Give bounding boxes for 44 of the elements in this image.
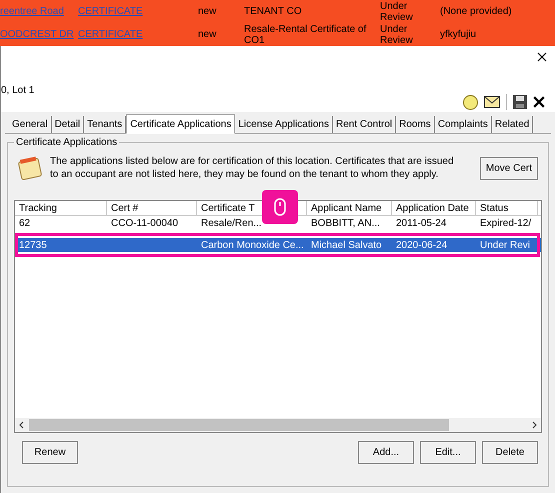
notepad-icon xyxy=(18,156,44,180)
info-text: The applications listed below are for certification of this location. Certificates that are issued to an occupant are not listed here, they may be found on the tenant to whom they apply. xyxy=(50,155,455,181)
horizontal-scrollbar[interactable] xyxy=(15,418,541,432)
table-row[interactable]: 62 CCO-11-00040 Resale/Ren... BOBBITT, AN... 2011-05-24 Expired-12/ xyxy=(15,216,541,230)
group-title: Certificate Applications xyxy=(14,135,120,150)
table-cell-text: 12735 xyxy=(18,239,48,252)
tab[interactable]: Certificate Applications xyxy=(126,114,236,134)
contact-text: yfkyfujiu xyxy=(440,28,476,40)
action-button[interactable]: Edit... xyxy=(420,441,476,464)
status-text: Under Review xyxy=(380,0,414,22)
mail-icon[interactable] xyxy=(484,96,500,108)
table-cell-text: Under Revi xyxy=(479,239,532,252)
save-icon[interactable] xyxy=(513,95,527,109)
close-icon[interactable] xyxy=(533,96,545,108)
table-cell-text: 62 xyxy=(18,217,32,230)
column-header[interactable]: Tracking xyxy=(15,201,107,215)
table-cell-text: Expired-12/ xyxy=(479,217,532,230)
column-header[interactable]: Applicant Name xyxy=(307,201,392,215)
owner-text: Resale-Rental Certificate of CO1 xyxy=(244,24,368,46)
table-cell-text: 2020-06-24 xyxy=(395,239,448,252)
action-button[interactable]: Delete xyxy=(482,441,538,464)
table-cell-text: Carbon Monoxide Ce... xyxy=(200,239,305,252)
table-cell-text: Michael Salvato xyxy=(310,239,383,252)
column-header[interactable]: Cert # xyxy=(107,201,197,215)
tab[interactable]: Tenants xyxy=(84,116,126,133)
state-text: new xyxy=(198,6,218,18)
contact-text: (None provided) xyxy=(440,6,512,18)
table-row[interactable]: 12735 Carbon Monoxide Ce... Michael Salvato 2020-06-24 Under Revi xyxy=(15,238,541,252)
action-button[interactable]: Add... xyxy=(358,441,414,464)
scroll-thumb[interactable] xyxy=(29,419,449,431)
owner-text: TENANT CO xyxy=(244,6,303,17)
table-cell-text: CCO-11-00040 xyxy=(110,217,180,230)
column-header[interactable]: Application Date xyxy=(392,201,476,215)
table-cell-text: BOBBITT, AN... xyxy=(310,217,381,230)
move-cert-button[interactable]: Move Cert xyxy=(480,156,538,180)
state-text: new xyxy=(198,28,218,40)
location-text: 0, Lot 1 xyxy=(1,84,34,98)
status-text: Under Review xyxy=(380,24,414,46)
table-cell-text: 2011-05-24 xyxy=(395,217,448,230)
renew-button[interactable]: Renew xyxy=(22,441,78,464)
column-header[interactable]: Status xyxy=(476,201,538,215)
mouse-icon xyxy=(274,198,286,216)
close-icon[interactable] xyxy=(537,52,547,62)
table-cell-text: Resale/Ren... xyxy=(200,217,263,230)
